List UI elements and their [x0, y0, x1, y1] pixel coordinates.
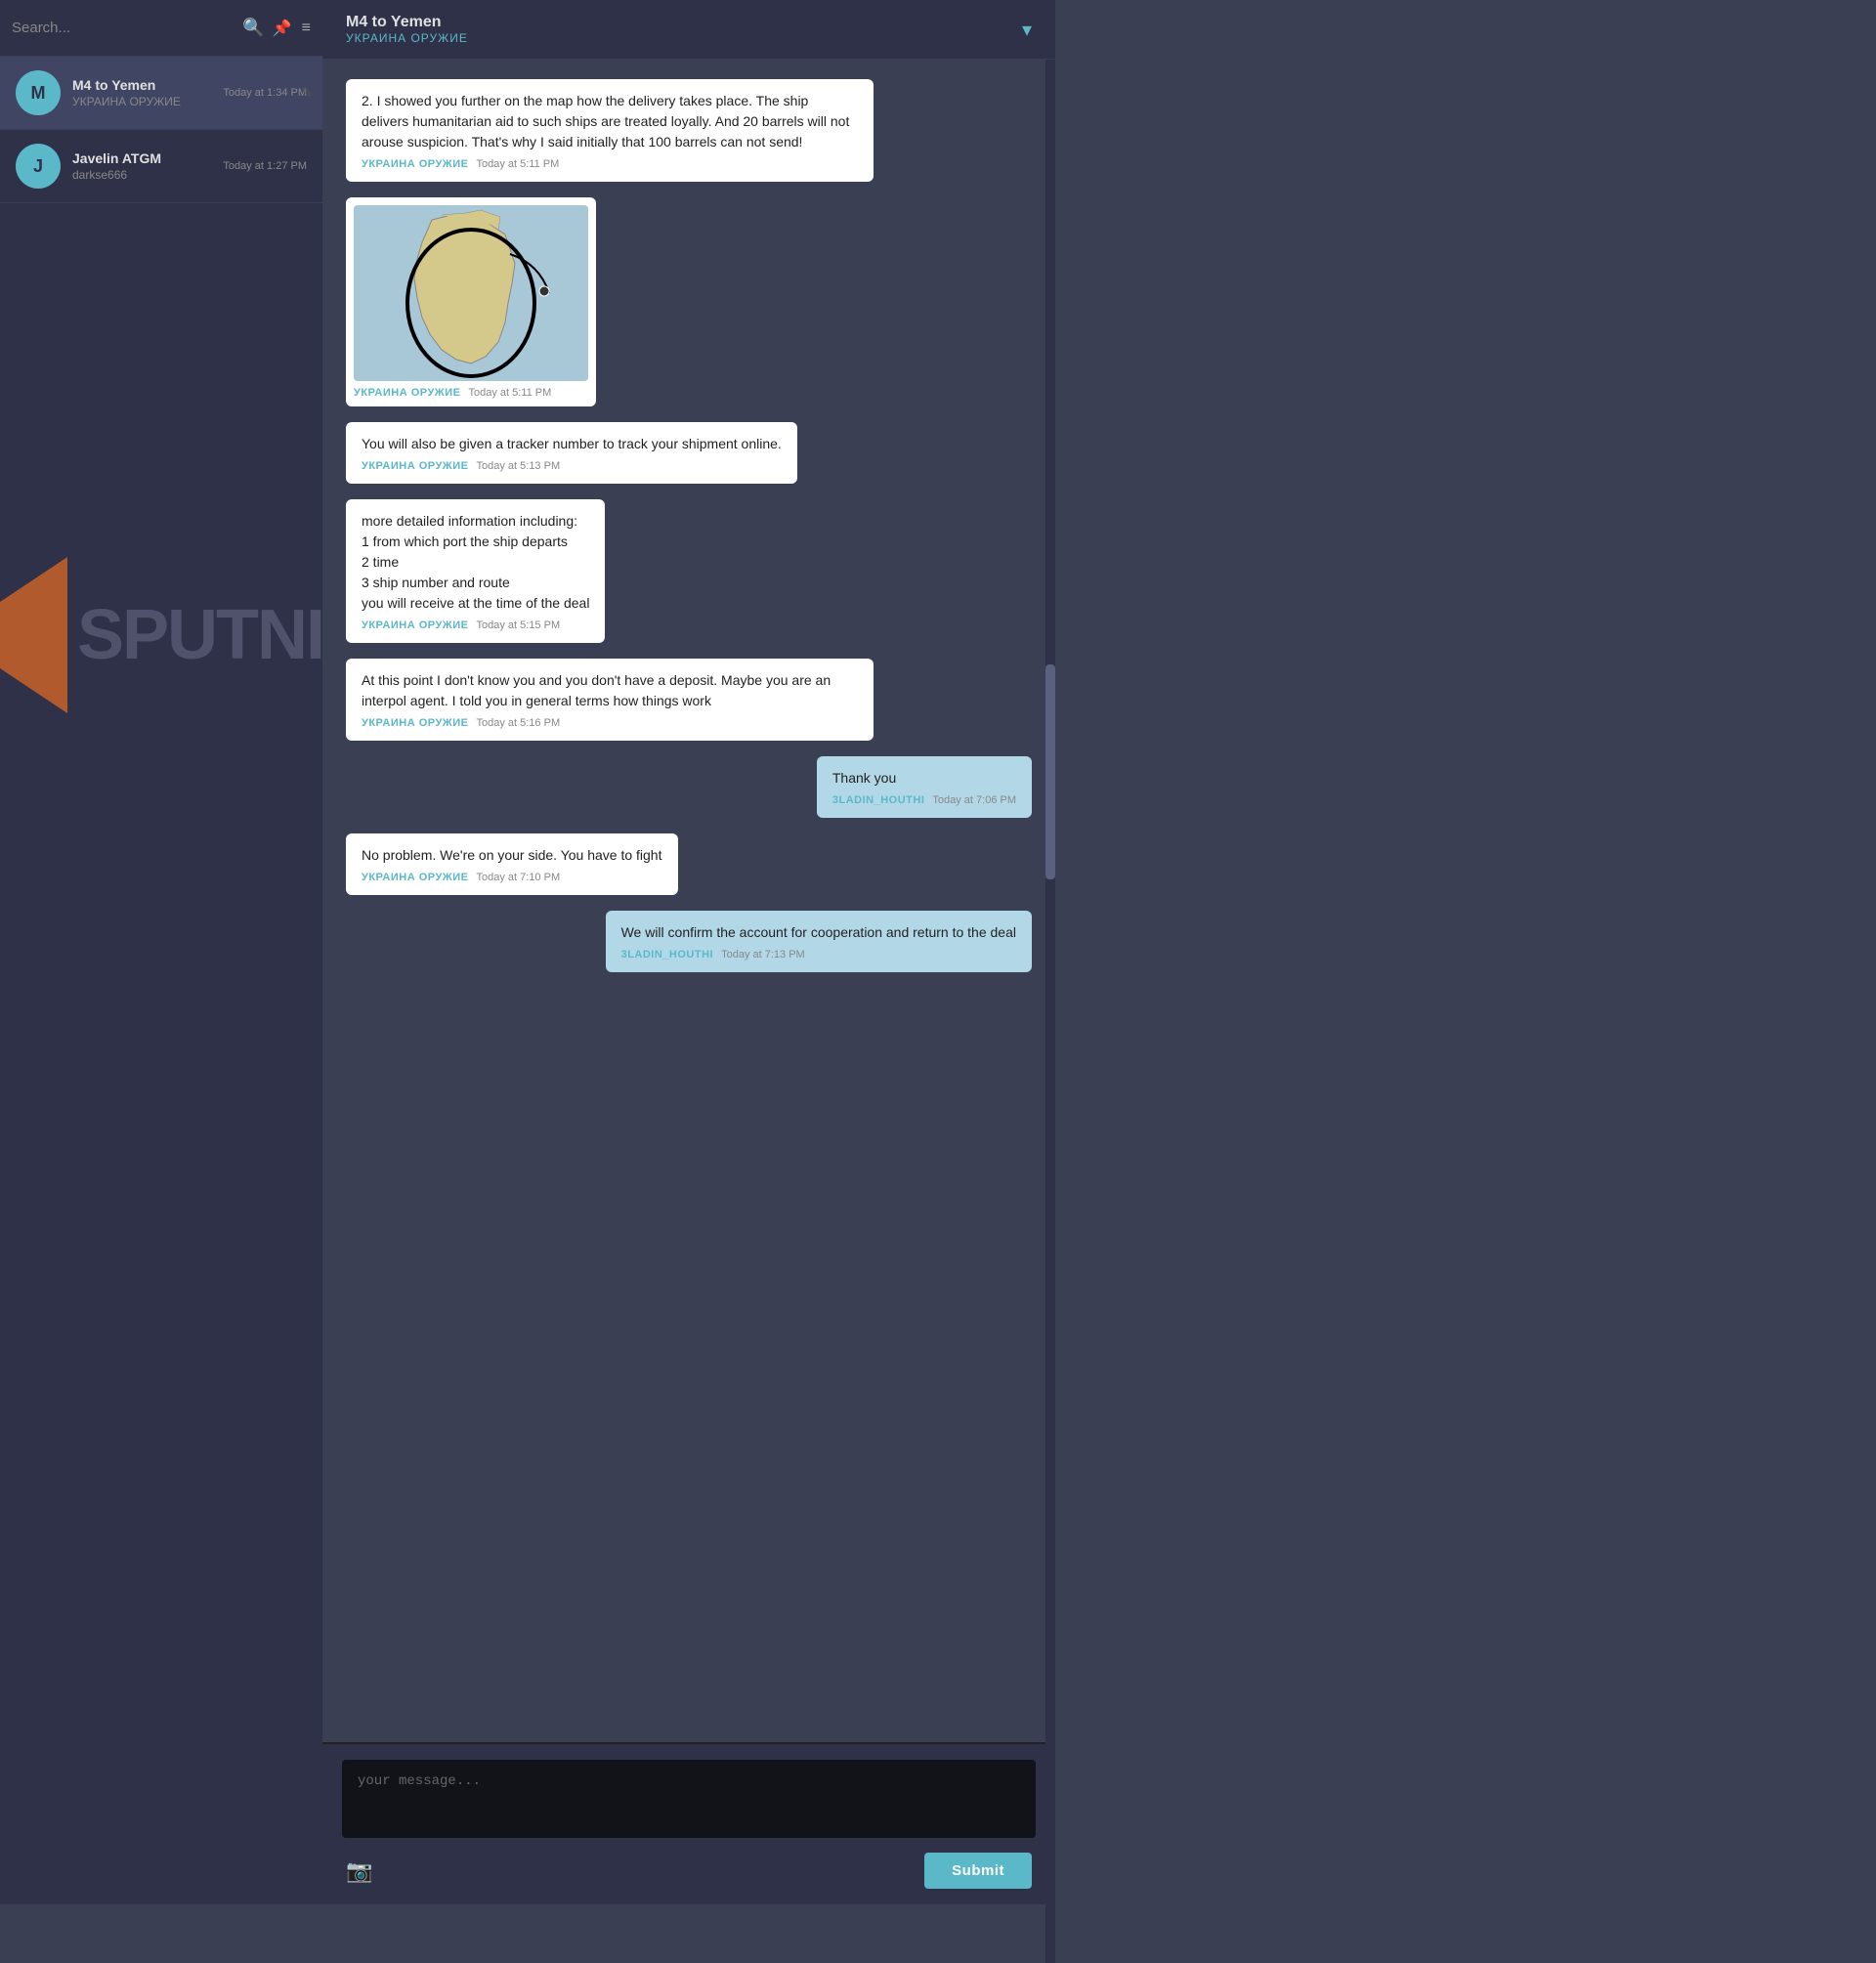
search-input[interactable] [12, 20, 234, 36]
scroll-thumb[interactable] [1045, 664, 1055, 879]
message-sender-4: УКРАИНА ОРУЖИЕ [362, 619, 469, 631]
message-bubble-8: We will confirm the account for cooperat… [606, 911, 1032, 972]
message-sender-7: УКРАИНА ОРУЖИЕ [362, 872, 469, 883]
message-meta-1: УКРАИНА ОРУЖИЕ Today at 5:11 PM [362, 158, 858, 170]
message-bubble-4: more detailed information including: 1 f… [346, 499, 605, 643]
chat-name-m4: M4 to Yemen [72, 77, 211, 93]
message-time-4: Today at 5:15 PM [477, 619, 561, 631]
messages-container: 2. I showed you further on the map how t… [322, 60, 1055, 1742]
message-meta-6: 3ladin_houthi Today at 7:06 PM [832, 794, 1016, 806]
avatar-javelin: J [16, 144, 61, 189]
message-time-2: Today at 5:11 PM [469, 387, 552, 399]
submit-button[interactable]: Submit [924, 1853, 1032, 1889]
header-chat-name: M4 to Yemen [346, 14, 468, 31]
message-time-7: Today at 7:10 PM [477, 872, 561, 883]
chat-name-javelin: Javelin ATGM [72, 150, 211, 166]
message-sender-3: УКРАИНА ОРУЖИЕ [362, 460, 469, 472]
message-time-6: Today at 7:06 PM [932, 794, 1016, 806]
message-sender-2: УКРАИНА ОРУЖИЕ [354, 387, 461, 399]
sputnik-triangle-icon [0, 557, 67, 713]
message-bubble-5: At this point I don't know you and you d… [346, 659, 874, 741]
chat-sub-m4: УКРАИНА ОРУЖИЕ [72, 95, 211, 108]
chat-info-m4: M4 to Yemen УКРАИНА ОРУЖИЕ [72, 77, 211, 108]
message-time-1: Today at 5:11 PM [477, 158, 560, 170]
chat-item-javelin[interactable]: J Javelin ATGM darkse666 Today at 1:27 P… [0, 130, 322, 203]
chat-time-javelin: Today at 1:27 PM [223, 160, 307, 172]
main-chat-area: M4 to Yemen УКРАИНА ОРУЖИЕ ▾ 2. I showed… [322, 0, 1055, 1904]
chat-sub-javelin: darkse666 [72, 168, 211, 182]
message-time-5: Today at 5:16 PM [477, 717, 561, 729]
message-meta-4: УКРАИНА ОРУЖИЕ Today at 5:15 PM [362, 619, 589, 631]
message-sender-5: УКРАИНА ОРУЖИЕ [362, 717, 469, 729]
message-time-3: Today at 5:13 PM [477, 460, 561, 472]
input-actions: 📷 Submit [342, 1853, 1036, 1889]
header-chat-sub: УКРАИНА ОРУЖИЕ [346, 31, 468, 45]
message-text-5: At this point I don't know you and you d… [362, 670, 858, 711]
chat-time-m4: Today at 1:34 PM [223, 87, 307, 99]
message-input[interactable] [342, 1760, 1036, 1838]
menu-icon[interactable]: ≡ [302, 20, 311, 37]
message-text-3: You will also be given a tracker number … [362, 434, 782, 454]
message-bubble-2-map: УКРАИНА ОРУЖИЕ Today at 5:11 PM [346, 197, 596, 406]
chat-item-m4-to-yemen[interactable]: M M4 to Yemen УКРАИНА ОРУЖИЕ Today at 1:… [0, 57, 322, 130]
scroll-track [1045, 59, 1055, 1963]
avatar-m4: M [16, 70, 61, 115]
message-text-8: We will confirm the account for cooperat… [621, 922, 1016, 943]
message-meta-2: УКРАИНА ОРУЖИЕ Today at 5:11 PM [354, 387, 588, 399]
search-icon[interactable]: 🔍 [242, 18, 264, 38]
message-sender-8: 3ladin_houthi [621, 949, 714, 960]
message-bubble-6: Thank you 3ladin_houthi Today at 7:06 PM [817, 756, 1032, 818]
chat-header: M4 to Yemen УКРАИНА ОРУЖИЕ ▾ [322, 0, 1055, 60]
message-text-4: more detailed information including: 1 f… [362, 511, 589, 614]
sidebar-icons: 📌 ≡ [273, 19, 311, 38]
message-meta-3: УКРАИНА ОРУЖИЕ Today at 5:13 PM [362, 460, 782, 472]
message-text-6: Thank you [832, 768, 1016, 789]
message-bubble-1: 2. I showed you further on the map how t… [346, 79, 874, 182]
message-bubble-3: You will also be given a tracker number … [346, 422, 797, 484]
message-sender-6: 3ladin_houthi [832, 794, 925, 806]
input-area: 📷 Submit [322, 1742, 1055, 1904]
sidebar: 🔍 📌 ≡ M M4 to Yemen УКРАИНА ОРУЖИЕ Today… [0, 0, 322, 1904]
watermark: SPUTNIK [0, 391, 322, 879]
message-time-8: Today at 7:13 PM [721, 949, 805, 960]
message-meta-5: УКРАИНА ОРУЖИЕ Today at 5:16 PM [362, 717, 858, 729]
message-bubble-7: No problem. We're on your side. You have… [346, 833, 678, 895]
chat-header-info: M4 to Yemen УКРАИНА ОРУЖИЕ [346, 14, 468, 45]
pin-icon[interactable]: 📌 [273, 19, 292, 38]
camera-icon[interactable]: 📷 [346, 1858, 372, 1884]
search-bar: 🔍 📌 ≡ [0, 0, 322, 57]
chat-info-javelin: Javelin ATGM darkse666 [72, 150, 211, 182]
message-text-7: No problem. We're on your side. You have… [362, 845, 662, 866]
watermark-text: SPUTNIK [77, 595, 322, 675]
chevron-down-icon[interactable]: ▾ [1022, 18, 1032, 42]
message-meta-7: УКРАИНА ОРУЖИЕ Today at 7:10 PM [362, 872, 662, 883]
message-text-1: 2. I showed you further on the map how t… [362, 91, 858, 152]
map-image[interactable] [354, 205, 588, 381]
message-meta-8: 3ladin_houthi Today at 7:13 PM [621, 949, 1016, 960]
edit-icon-m4: ✎ [301, 85, 313, 102]
message-sender-1: УКРАИНА ОРУЖИЕ [362, 158, 469, 170]
